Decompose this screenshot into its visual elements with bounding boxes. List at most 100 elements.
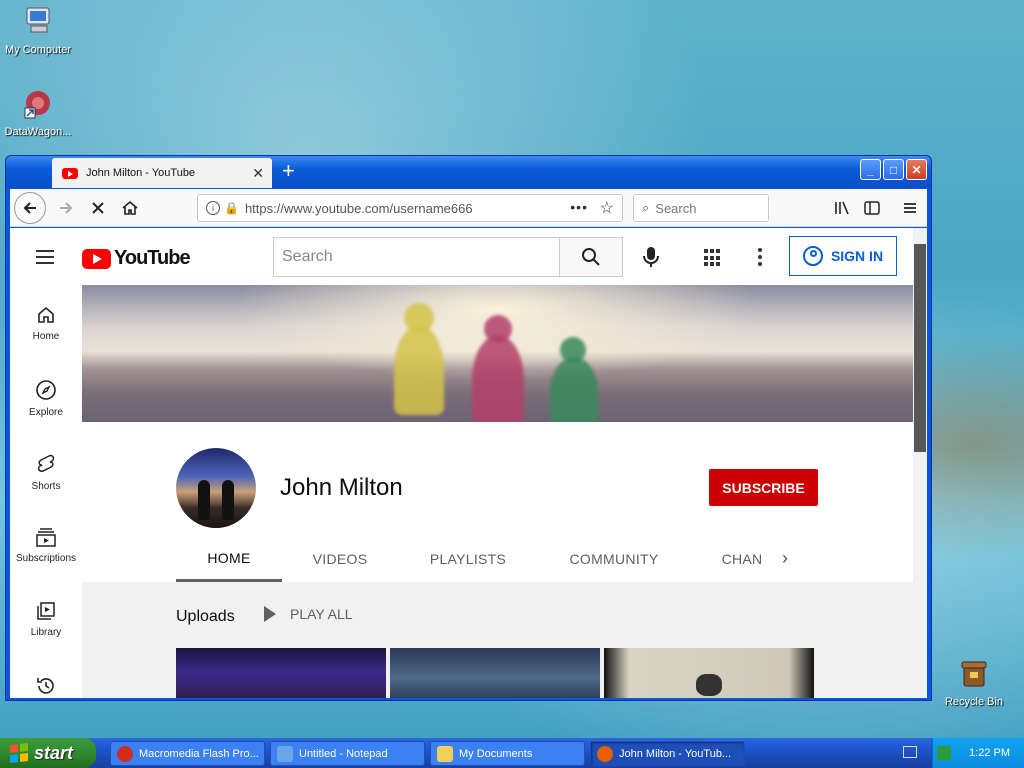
search-icon — [582, 248, 600, 266]
url-text[interactable]: https://www.youtube.com/username666 — [245, 201, 473, 216]
channel-avatar[interactable] — [176, 448, 256, 528]
sidebar-button[interactable] — [860, 196, 884, 220]
menu-button[interactable] — [898, 196, 922, 220]
taskbar-item-label: My Documents — [459, 747, 533, 760]
taskbar-item-notepad[interactable]: Untitled - Notepad — [270, 741, 425, 766]
start-button[interactable]: start — [0, 738, 96, 768]
page-actions-icon[interactable]: ••• — [570, 199, 588, 215]
hamburger-menu-icon — [904, 203, 916, 213]
library-button[interactable] — [830, 196, 854, 220]
youtube-logo-text: YouTube — [114, 247, 191, 269]
desktop-icon-label: Recycle Bin — [944, 696, 1004, 708]
rail-item-history[interactable] — [10, 675, 82, 698]
taskbar-item-flash[interactable]: Macromedia Flash Pro... — [110, 741, 265, 766]
tabs-scroll-right-icon[interactable]: › — [782, 548, 788, 569]
desktop-icon-label: My Computer — [4, 44, 72, 56]
compass-icon — [36, 380, 56, 400]
info-icon[interactable]: i — [206, 201, 220, 215]
channel-name: John Milton — [280, 474, 403, 501]
firefox-icon — [597, 745, 613, 762]
network-icon[interactable] — [937, 746, 952, 760]
video-thumbnail[interactable] — [390, 648, 600, 698]
back-button[interactable] — [14, 192, 46, 224]
rail-item-home[interactable]: Home — [10, 305, 82, 342]
channel-banner — [82, 285, 913, 422]
subscriptions-icon — [36, 528, 56, 547]
tab-community[interactable]: COMMUNITY — [538, 536, 690, 582]
browser-search-placeholder: Search — [655, 200, 697, 216]
tab-channels[interactable]: CHAN — [690, 536, 794, 582]
sign-in-label: SIGN IN — [830, 248, 884, 264]
sidebar-icon — [864, 201, 880, 215]
close-button[interactable]: ✕ — [906, 159, 927, 180]
system-tray: 1:22 PM — [932, 738, 1024, 768]
home-button[interactable] — [118, 196, 142, 220]
apps-grid-icon[interactable] — [704, 249, 722, 267]
tab-playlists[interactable]: PLAYLISTS — [398, 536, 538, 582]
rail-label: Explore — [29, 407, 63, 418]
play-icon — [264, 606, 276, 622]
rail-label: Shorts — [31, 481, 61, 492]
notepad-icon — [277, 745, 293, 762]
rail-item-subscriptions[interactable]: Subscriptions — [10, 527, 82, 564]
more-options-icon[interactable] — [758, 248, 762, 269]
desktop-icon-my-computer[interactable]: My Computer — [0, 4, 76, 56]
rail-item-library[interactable]: Library — [10, 601, 82, 638]
scrollbar[interactable] — [913, 228, 927, 698]
browser-search-field[interactable]: ⌕ Search — [633, 194, 769, 222]
keyboard-icon[interactable] — [903, 746, 917, 758]
channel-header: John Milton SUBSCRIBE HOME VIDEOS PLAYLI… — [82, 422, 913, 582]
left-nav-rail: Home Explore Shorts Subscriptions Librar… — [10, 285, 82, 698]
bookmark-star-icon[interactable]: ☆ — [600, 198, 614, 218]
taskbar-item-firefox[interactable]: John Milton - YouTub... — [590, 741, 745, 766]
youtube-header: YouTube Search SIGN IN — [10, 228, 913, 285]
browser-tab[interactable]: John Milton - YouTube ✕ — [52, 158, 272, 188]
rail-item-explore[interactable]: Explore — [10, 379, 82, 418]
rail-item-shorts[interactable]: Shorts — [10, 453, 82, 492]
youtube-play-icon — [82, 248, 111, 269]
youtube-logo[interactable]: YouTube — [82, 247, 191, 270]
taskbar-item-label: Macromedia Flash Pro... — [139, 747, 259, 760]
tab-videos[interactable]: VIDEOS — [282, 536, 398, 582]
subscribe-button[interactable]: SUBSCRIBE — [709, 469, 818, 506]
page-content: YouTube Search SIGN IN Home Explore Shor… — [10, 228, 927, 698]
stop-icon — [92, 202, 104, 214]
account-icon — [802, 246, 823, 266]
desktop-icon-recycle-bin[interactable]: Recycle Bin — [936, 656, 1012, 708]
recycle-bin-icon — [961, 661, 987, 687]
desktop-icon-datawagon[interactable]: DataWagon... — [0, 86, 76, 138]
forward-arrow-icon — [60, 202, 73, 214]
video-thumbnail[interactable] — [176, 648, 386, 698]
youtube-search-button[interactable] — [559, 237, 623, 277]
address-bar[interactable]: i 🔒 https://www.youtube.com/username666 … — [197, 194, 623, 222]
library-icon — [37, 602, 55, 620]
play-all-button[interactable]: PLAY ALL — [264, 606, 353, 622]
play-all-label: PLAY ALL — [290, 606, 353, 622]
tab-home[interactable]: HOME — [176, 536, 282, 582]
youtube-search-input[interactable]: Search — [273, 237, 561, 277]
new-tab-button[interactable]: + — [282, 160, 295, 182]
start-label: start — [34, 742, 74, 763]
maximize-button[interactable]: □ — [883, 159, 904, 180]
shorts-icon — [37, 454, 55, 472]
scrollbar-thumb[interactable] — [914, 244, 926, 452]
desktop-icon-label: DataWagon... — [4, 126, 72, 138]
video-thumbnail[interactable] — [604, 648, 814, 698]
datawagon-icon — [24, 91, 50, 119]
library-icon — [835, 201, 849, 215]
microphone-icon[interactable] — [640, 245, 662, 269]
youtube-menu-icon[interactable] — [36, 250, 54, 268]
taskbar-item-my-documents[interactable]: My Documents — [430, 741, 585, 766]
title-bar[interactable]: John Milton - YouTube ✕ + _ □ ✕ — [6, 156, 931, 188]
close-tab-icon[interactable]: ✕ — [252, 165, 264, 182]
minimize-button[interactable]: _ — [860, 159, 881, 180]
sign-in-button[interactable]: SIGN IN — [789, 236, 897, 276]
taskbar: start Macromedia Flash Pro... Untitled -… — [0, 738, 1024, 768]
back-arrow-icon — [23, 202, 36, 214]
search-icon: ⌕ — [642, 200, 650, 215]
clock[interactable]: 1:22 PM — [969, 747, 1010, 759]
forward-button[interactable] — [54, 196, 78, 220]
lock-icon[interactable]: 🔒 — [224, 201, 239, 215]
taskbar-item-label: Untitled - Notepad — [299, 747, 388, 760]
stop-button[interactable] — [86, 196, 110, 220]
